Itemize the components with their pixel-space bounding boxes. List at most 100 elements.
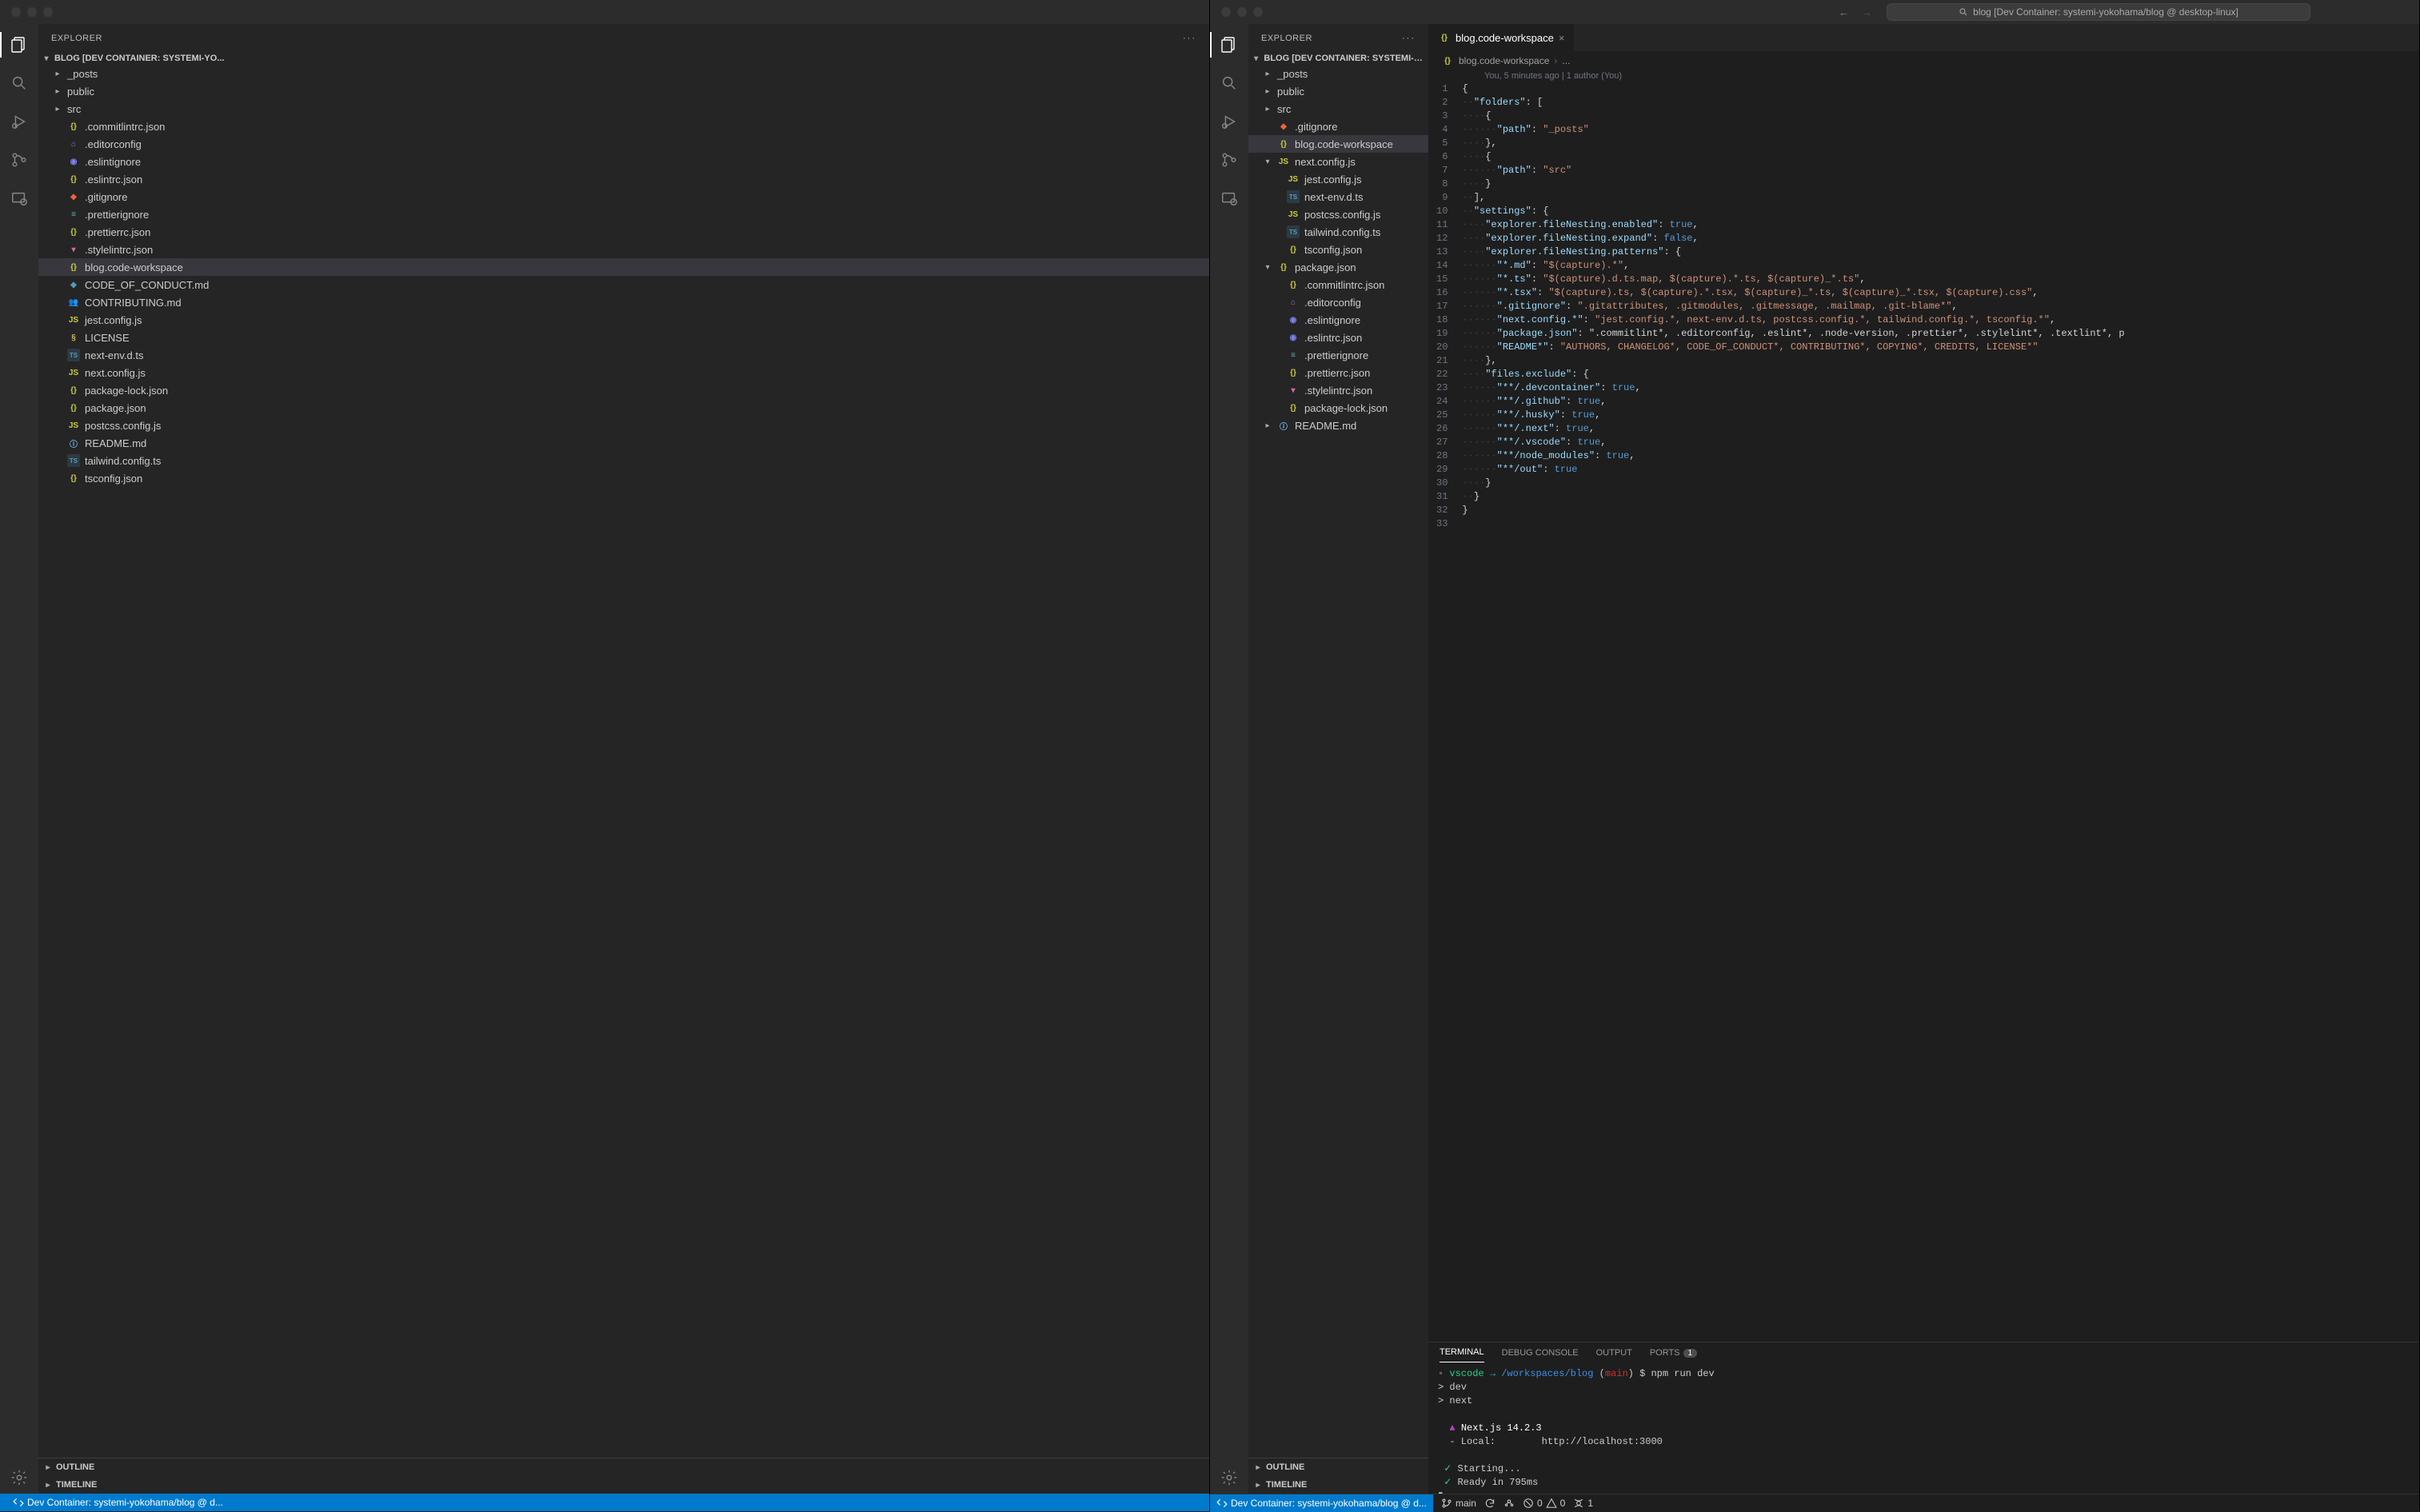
file-item[interactable]: 👥CONTRIBUTING.md [38,293,1209,311]
breadcrumb-item[interactable]: blog.code-workspace [1459,55,1549,66]
zoom-dot[interactable] [1253,7,1263,17]
debug-console-tab[interactable]: DEBUG CONSOLE [1502,1348,1579,1362]
run-debug-icon[interactable] [0,106,38,138]
folder-item[interactable]: ▸src [38,100,1209,118]
outline-section[interactable]: ▸OUTLINE [1248,1458,1428,1476]
folder-item[interactable]: ▸_posts [1248,65,1428,82]
code-editor[interactable]: 1234567891011121314151617181920212223242… [1428,82,2419,1342]
file-item[interactable]: ⓘREADME.md [38,434,1209,452]
file-item[interactable]: ≡.prettierignore [1248,346,1428,364]
file-tree[interactable]: ▸_posts▸public▸src{}.commitlintrc.json⌂.… [38,65,1209,1458]
source-control-icon[interactable] [0,144,38,176]
file-item[interactable]: ⌂.editorconfig [38,135,1209,153]
file-name: package.json [85,402,146,414]
file-item[interactable]: {}.commitlintrc.json [1248,276,1428,293]
file-item[interactable]: {}package.json [38,399,1209,417]
file-item[interactable]: ▾.stylelintrc.json [1248,381,1428,399]
folder-item[interactable]: ▸_posts [38,65,1209,82]
file-item[interactable]: §LICENSE [38,329,1209,346]
explorer-icon[interactable] [1210,29,1248,61]
editor-tab[interactable]: {} blog.code-workspace × [1428,24,1575,51]
remote-explorer-icon[interactable] [0,182,38,214]
window-controls[interactable] [8,7,56,17]
remote-indicator[interactable]: Dev Container: systemi-yokohama/blog @ d… [1210,1494,1433,1512]
more-icon[interactable]: ··· [1183,34,1196,43]
terminal-tab[interactable]: TERMINAL [1440,1347,1484,1362]
file-item[interactable]: {}.eslintrc.json [38,170,1209,188]
file-tree[interactable]: ▸_posts▸public▸src◆.gitignore{}blog.code… [1248,65,1428,1458]
sync-icon[interactable] [1484,1498,1496,1509]
file-item[interactable]: TSnext-env.d.ts [1248,188,1428,205]
file-item[interactable]: ▾{}package.json [1248,258,1428,276]
command-center[interactable]: blog [Dev Container: systemi-yokohama/bl… [1887,3,2310,21]
zoom-dot[interactable] [43,7,53,17]
close-dot[interactable] [11,7,21,17]
file-item[interactable]: JSpostcss.config.js [38,417,1209,434]
file-item[interactable]: ◆.gitignore [38,188,1209,205]
folder-item[interactable]: ▸src [1248,100,1428,118]
file-item[interactable]: {}package-lock.json [1248,399,1428,417]
file-item[interactable]: ◉.eslintrc.json [1248,329,1428,346]
window-controls[interactable] [1218,7,1266,17]
nav-back-icon[interactable]: ← [1839,6,1849,18]
explorer-icon[interactable] [0,29,38,61]
folder-item[interactable]: ▸public [38,82,1209,100]
file-item[interactable]: ◉.eslintignore [1248,311,1428,329]
file-item[interactable]: TStailwind.config.ts [38,452,1209,469]
file-item[interactable]: {}blog.code-workspace [38,258,1209,276]
breadcrumb-item[interactable]: ... [1562,55,1570,66]
file-item[interactable]: TStailwind.config.ts [1248,223,1428,241]
folder-item[interactable]: ▸ⓘREADME.md [1248,417,1428,434]
file-item[interactable]: {}.commitlintrc.json [38,118,1209,135]
terminal-output[interactable]: ◦ vscode → /workspaces/blog (main) $ npm… [1428,1362,2419,1494]
file-item[interactable]: {}package-lock.json [38,381,1209,399]
more-icon[interactable]: ··· [1402,34,1416,43]
source-control-icon[interactable] [1210,144,1248,176]
file-item[interactable]: {}blog.code-workspace [1248,135,1428,153]
file-item[interactable]: JSpostcss.config.js [1248,205,1428,223]
settings-gear-icon[interactable] [0,1462,38,1494]
timeline-section[interactable]: ▸TIMELINE [1248,1476,1428,1494]
nav-forward-icon[interactable]: → [1862,6,1872,18]
output-tab[interactable]: OUTPUT [1596,1348,1632,1362]
minimize-dot[interactable] [1237,7,1247,17]
file-item[interactable]: {}.prettierrc.json [1248,364,1428,381]
file-item[interactable]: ▾.stylelintrc.json [38,241,1209,258]
folder-item[interactable]: ▸public [1248,82,1428,100]
file-item[interactable]: {}.prettierrc.json [38,223,1209,241]
code-content[interactable]: { ··"folders": [ ····{ ······"path": "_p… [1462,82,2419,1342]
folder-section[interactable]: ▾ BLOG [DEV CONTAINER: SYSTEMI-YO... [1248,52,1428,65]
close-icon[interactable]: × [1559,32,1565,44]
search-icon[interactable] [1210,67,1248,99]
close-dot[interactable] [1221,7,1231,17]
problems[interactable]: 0 0 [1523,1498,1565,1509]
file-item[interactable]: ≡.prettierignore [38,205,1209,223]
file-item[interactable]: ◆CODE_OF_CONDUCT.md [38,276,1209,293]
settings-gear-icon[interactable] [1210,1462,1248,1494]
file-item[interactable]: ◉.eslintignore [38,153,1209,170]
code-lens[interactable]: You, 5 minutes ago | 1 author (You) [1428,70,2419,82]
remote-explorer-icon[interactable] [1210,182,1248,214]
ports-tab[interactable]: PORTS1 [1650,1348,1697,1362]
run-debug-icon[interactable] [1210,106,1248,138]
breadcrumbs[interactable]: {} blog.code-workspace › ... [1428,52,2419,70]
folder-section[interactable]: ▾ BLOG [DEV CONTAINER: SYSTEMI-YO... [38,52,1209,65]
live-share-icon[interactable] [1504,1498,1515,1509]
file-item[interactable]: {}tsconfig.json [38,469,1209,487]
ports-status[interactable]: 1 [1573,1498,1593,1509]
git-branch[interactable]: main [1441,1498,1476,1509]
search-icon[interactable] [0,67,38,99]
file-item[interactable]: TSnext-env.d.ts [38,346,1209,364]
remote-indicator[interactable]: Dev Container: systemi-yokohama/blog @ d… [6,1494,230,1511]
json-icon: {} [67,261,80,273]
file-item[interactable]: {}tsconfig.json [1248,241,1428,258]
file-item[interactable]: ⌂.editorconfig [1248,293,1428,311]
minimize-dot[interactable] [27,7,37,17]
file-item[interactable]: ▾JSnext.config.js [1248,153,1428,170]
file-item[interactable]: JSjest.config.js [38,311,1209,329]
timeline-section[interactable]: ▸TIMELINE [38,1476,1209,1494]
file-item[interactable]: JSjest.config.js [1248,170,1428,188]
file-item[interactable]: ◆.gitignore [1248,118,1428,135]
file-item[interactable]: JSnext.config.js [38,364,1209,381]
outline-section[interactable]: ▸OUTLINE [38,1458,1209,1476]
